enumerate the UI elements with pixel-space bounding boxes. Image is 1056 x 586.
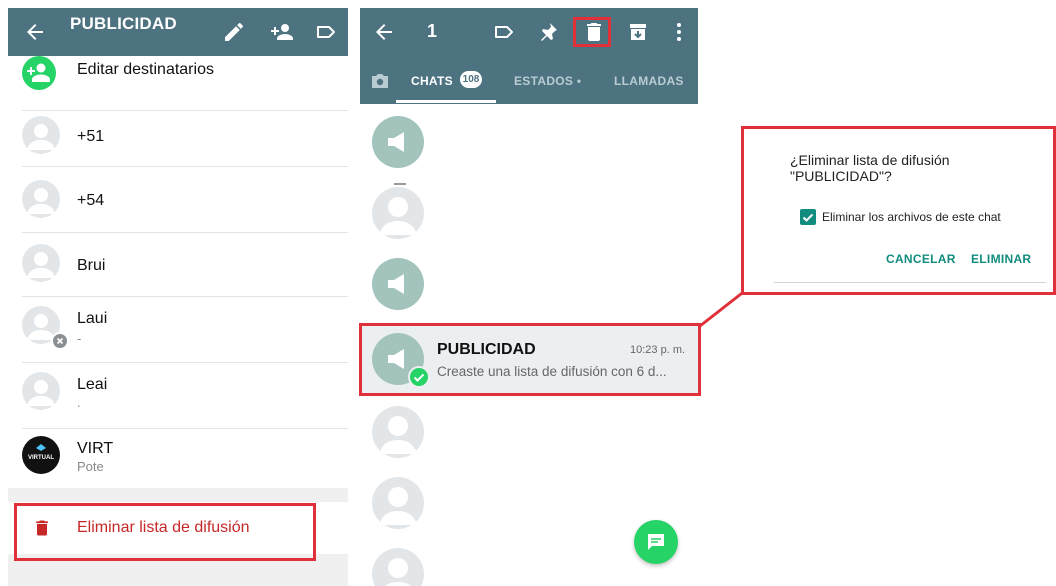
default-avatar-icon	[22, 180, 60, 218]
label-icon[interactable]	[314, 20, 338, 44]
contact-name: VIRT	[77, 440, 114, 457]
default-avatar-icon	[22, 116, 60, 154]
contact-row[interactable]: VIRTUAL VIRT Pote	[0, 436, 348, 486]
broadcast-title: PUBLICIDAD	[70, 14, 177, 33]
contact-status: Pote	[77, 459, 104, 474]
message-icon	[648, 534, 664, 550]
section-separator	[8, 488, 348, 502]
broadcast-toolbar: PUBLICIDAD	[8, 8, 348, 56]
default-avatar-icon	[22, 244, 60, 282]
tab-chats[interactable]: CHATS	[411, 74, 453, 88]
edit-recipients-row[interactable]: Editar destinatarios	[0, 56, 348, 92]
more-options-icon[interactable]	[667, 20, 691, 44]
broadcast-info-panel: PUBLICIDAD Editar destinatarios +51 +54	[0, 0, 348, 586]
highlight-box	[741, 126, 1056, 295]
pin-icon[interactable]	[536, 20, 560, 44]
selection-toolbar: 1	[360, 8, 698, 56]
tab-estados[interactable]: ESTADOS •	[514, 74, 581, 88]
active-tab-indicator	[396, 100, 496, 103]
contact-name: Brui	[77, 257, 106, 274]
add-person-icon	[22, 56, 56, 90]
broadcast-avatar[interactable]	[372, 258, 424, 310]
contact-row[interactable]: Brui	[0, 244, 348, 298]
divider	[22, 166, 348, 167]
contact-row[interactable]: +51	[0, 116, 348, 170]
default-avatar-icon[interactable]	[372, 187, 424, 239]
contact-row[interactable]: Laui -	[0, 306, 348, 362]
contact-name: Laui	[77, 310, 108, 327]
divider	[22, 110, 348, 111]
contact-name: Leai	[77, 376, 108, 393]
unread-badge: 108	[460, 71, 482, 88]
new-chat-button[interactable]	[634, 520, 678, 564]
camera-icon[interactable]	[370, 72, 390, 90]
chats-panel: 1 CHATS 108 ESTADOS • LLAMADAS PUBLICIDA…	[360, 0, 698, 586]
tabs-bar: CHATS 108 ESTADOS • LLAMADAS	[360, 56, 698, 104]
edit-recipients-label: Editar destinatarios	[77, 61, 214, 78]
contact-status: .	[77, 395, 81, 410]
crop-artifact	[394, 183, 406, 185]
default-avatar-icon	[22, 372, 60, 410]
contact-status: -	[77, 331, 82, 346]
virtual-logo-text: VIRTUAL	[28, 455, 54, 461]
contact-name: +51	[77, 128, 105, 145]
megaphone-icon	[388, 132, 404, 152]
megaphone-icon	[388, 274, 404, 294]
divider	[22, 296, 348, 297]
default-avatar-icon[interactable]	[372, 548, 424, 586]
back-arrow-icon[interactable]	[23, 20, 47, 44]
edit-pencil-icon[interactable]	[222, 20, 246, 44]
broadcast-avatar[interactable]	[372, 116, 424, 168]
add-recipient-icon[interactable]	[270, 20, 294, 44]
archive-icon[interactable]	[626, 20, 650, 44]
divider	[22, 362, 348, 363]
tab-llamadas[interactable]: LLAMADAS	[614, 74, 684, 88]
contact-row[interactable]: +54	[0, 180, 348, 234]
virtual-logo-avatar: VIRTUAL	[22, 436, 60, 474]
remove-badge-icon	[51, 332, 69, 350]
selected-count: 1	[427, 21, 438, 41]
divider	[22, 232, 348, 233]
back-arrow-icon[interactable]	[372, 20, 396, 44]
divider	[22, 428, 348, 429]
default-avatar-icon[interactable]	[372, 406, 424, 458]
highlight-box	[359, 323, 701, 396]
contact-row[interactable]: Leai .	[0, 372, 348, 428]
highlight-box	[14, 503, 316, 561]
highlight-box	[573, 17, 611, 47]
label-icon[interactable]	[492, 20, 516, 44]
contact-name: +54	[77, 192, 105, 209]
default-avatar-icon[interactable]	[372, 477, 424, 529]
